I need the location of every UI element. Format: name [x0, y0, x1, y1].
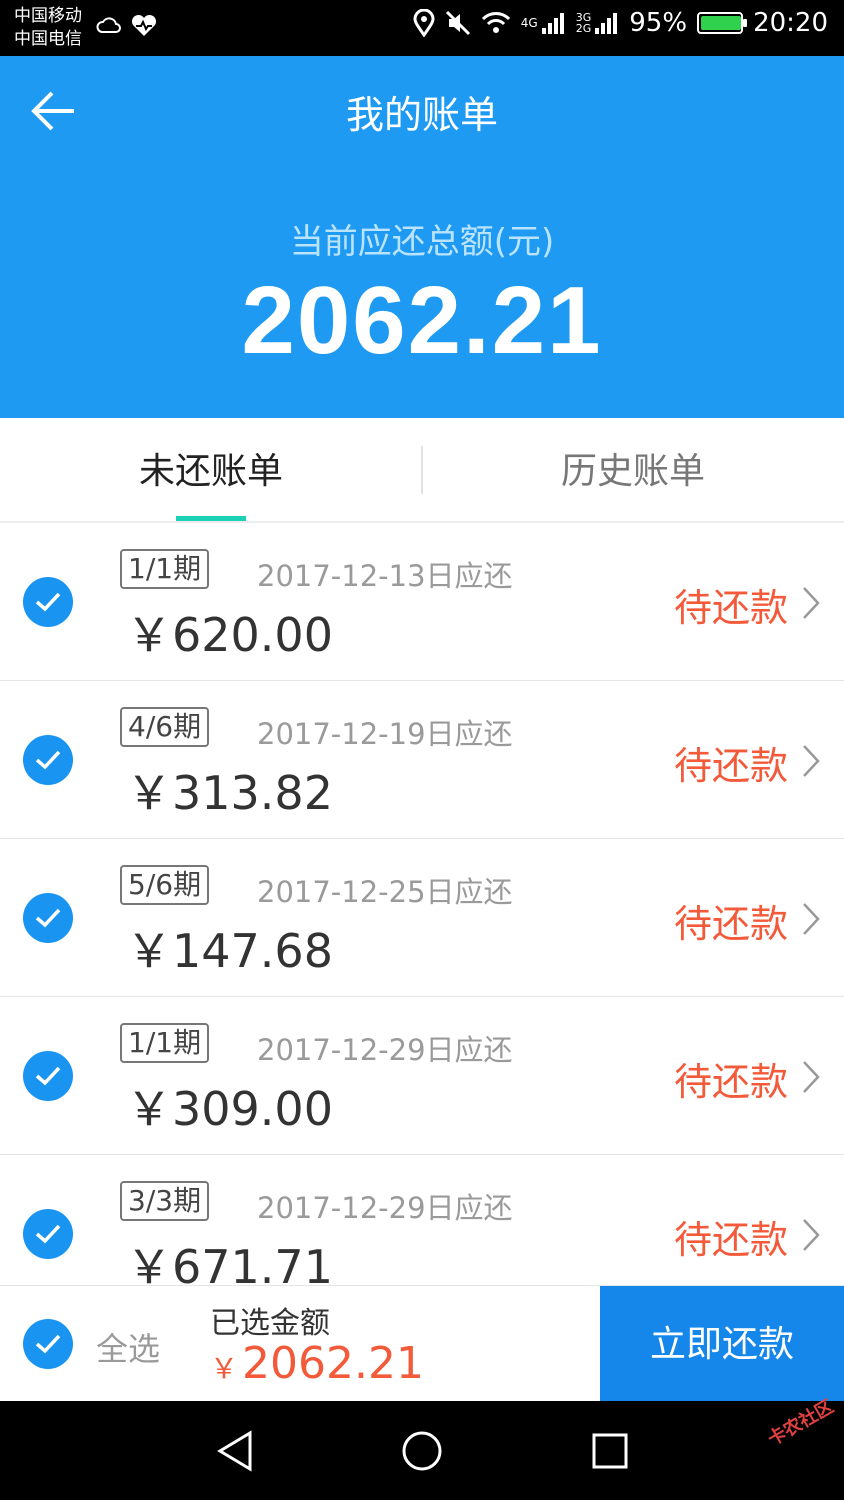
check-icon [35, 908, 61, 928]
bill-status: 待还款 [673, 902, 788, 946]
carrier-1: 中国移动 [14, 6, 82, 26]
due-date: 2017-12-19日应还 [257, 717, 513, 751]
nav-recents-icon[interactable] [590, 1429, 630, 1473]
weather-icon [96, 17, 121, 33]
chevron-right-icon [803, 1061, 820, 1093]
tab-unpaid[interactable]: 未还账单 [0, 418, 422, 521]
chevron-right-icon [803, 903, 820, 935]
chevron-right-icon [803, 587, 820, 619]
battery-percent: 95% [629, 8, 688, 38]
check-icon [35, 750, 61, 770]
check-icon [35, 592, 61, 612]
bill-status: 待还款 [673, 744, 788, 788]
bill-item[interactable]: 3/3期 2017-12-29日应还 ￥671.71 待还款 [0, 1155, 844, 1285]
bill-status: 待还款 [673, 586, 788, 630]
period-badge: 4/6期 [120, 707, 210, 747]
due-date: 2017-12-29日应还 [257, 1033, 513, 1067]
pay-now-button[interactable]: 立即还款 [600, 1286, 844, 1402]
selected-amount: ￥2062.21 [210, 1338, 424, 1389]
watermark: 卡农社区 [764, 1396, 838, 1451]
status-bar: 中国移动 中国电信 4G 3G 2G 95% 20:20 [0, 0, 844, 56]
signal-icon-2 [595, 13, 618, 34]
currency-symbol: ￥ [210, 1352, 239, 1385]
signal-icon-1 [541, 13, 564, 34]
page-title: 我的账单 [345, 93, 498, 137]
period-badge: 1/1期 [120, 1023, 210, 1063]
total-label: 当前应还总额(元) [289, 222, 555, 262]
bill-amount: ￥671.71 [126, 1240, 333, 1285]
checkbox-checked[interactable] [23, 1051, 73, 1101]
due-date: 2017-12-25日应还 [257, 875, 513, 909]
carrier-2: 中国电信 [14, 29, 82, 49]
checkbox-checked[interactable] [23, 735, 73, 785]
tab-history[interactable]: 历史账单 [422, 418, 844, 521]
tab-bar: 未还账单 历史账单 [0, 418, 844, 523]
bill-item[interactable]: 5/6期 2017-12-25日应还 ￥147.68 待还款 [0, 839, 844, 997]
bill-item[interactable]: 4/6期 2017-12-19日应还 ￥313.82 待还款 [0, 681, 844, 839]
network-label-3: 2G [575, 22, 592, 35]
bill-status: 待还款 [673, 1218, 788, 1262]
network-label-1: 4G [520, 16, 538, 30]
bill-list: 1/1期 2017-12-13日应还 ￥620.00 待还款 4/6期 2017… [0, 523, 844, 1285]
chevron-right-icon [803, 745, 820, 777]
select-all-label[interactable]: 全选 [96, 1324, 160, 1370]
check-icon [35, 1334, 61, 1354]
battery-icon [697, 12, 748, 34]
total-amount: 2062.21 [241, 267, 603, 374]
check-icon [35, 1066, 61, 1086]
check-icon [35, 1224, 61, 1244]
period-badge: 5/6期 [120, 865, 210, 905]
period-badge: 3/3期 [120, 1181, 210, 1221]
due-date: 2017-12-13日应还 [257, 559, 513, 593]
bill-item[interactable]: 1/1期 2017-12-29日应还 ￥309.00 待还款 [0, 997, 844, 1155]
health-icon [131, 14, 157, 36]
bill-amount: ￥313.82 [126, 766, 333, 820]
checkbox-checked[interactable] [23, 577, 73, 627]
navigation-bar: 卡农社区 [0, 1396, 844, 1500]
select-all-checkbox[interactable] [23, 1319, 73, 1369]
header: 我的账单 当前应还总额(元) 2062.21 [0, 56, 844, 418]
period-badge: 1/1期 [120, 549, 210, 589]
mute-icon [445, 10, 470, 36]
due-date: 2017-12-29日应还 [257, 1191, 513, 1225]
bill-status: 待还款 [673, 1060, 788, 1104]
bill-amount: ￥620.00 [126, 608, 333, 662]
bill-amount: ￥309.00 [126, 1082, 333, 1136]
bill-item[interactable]: 1/1期 2017-12-13日应还 ￥620.00 待还款 [0, 523, 844, 681]
bill-amount: ￥147.68 [126, 924, 333, 978]
nav-back-icon[interactable] [214, 1429, 256, 1473]
location-icon [413, 9, 435, 37]
checkbox-checked[interactable] [23, 893, 73, 943]
chevron-right-icon [803, 1219, 820, 1251]
checkbox-checked[interactable] [23, 1209, 73, 1259]
tab-indicator [176, 516, 246, 521]
wifi-icon [481, 12, 510, 33]
carrier-info: 中国移动 中国电信 [14, 5, 82, 51]
selected-amount-value: 2062.21 [242, 1338, 424, 1389]
selected-amount-label: 已选金额 [210, 1306, 330, 1341]
nav-home-icon[interactable] [400, 1429, 444, 1473]
footer-bar: 全选 已选金额 ￥2062.21 立即还款 [0, 1285, 844, 1402]
clock: 20:20 [753, 8, 828, 38]
